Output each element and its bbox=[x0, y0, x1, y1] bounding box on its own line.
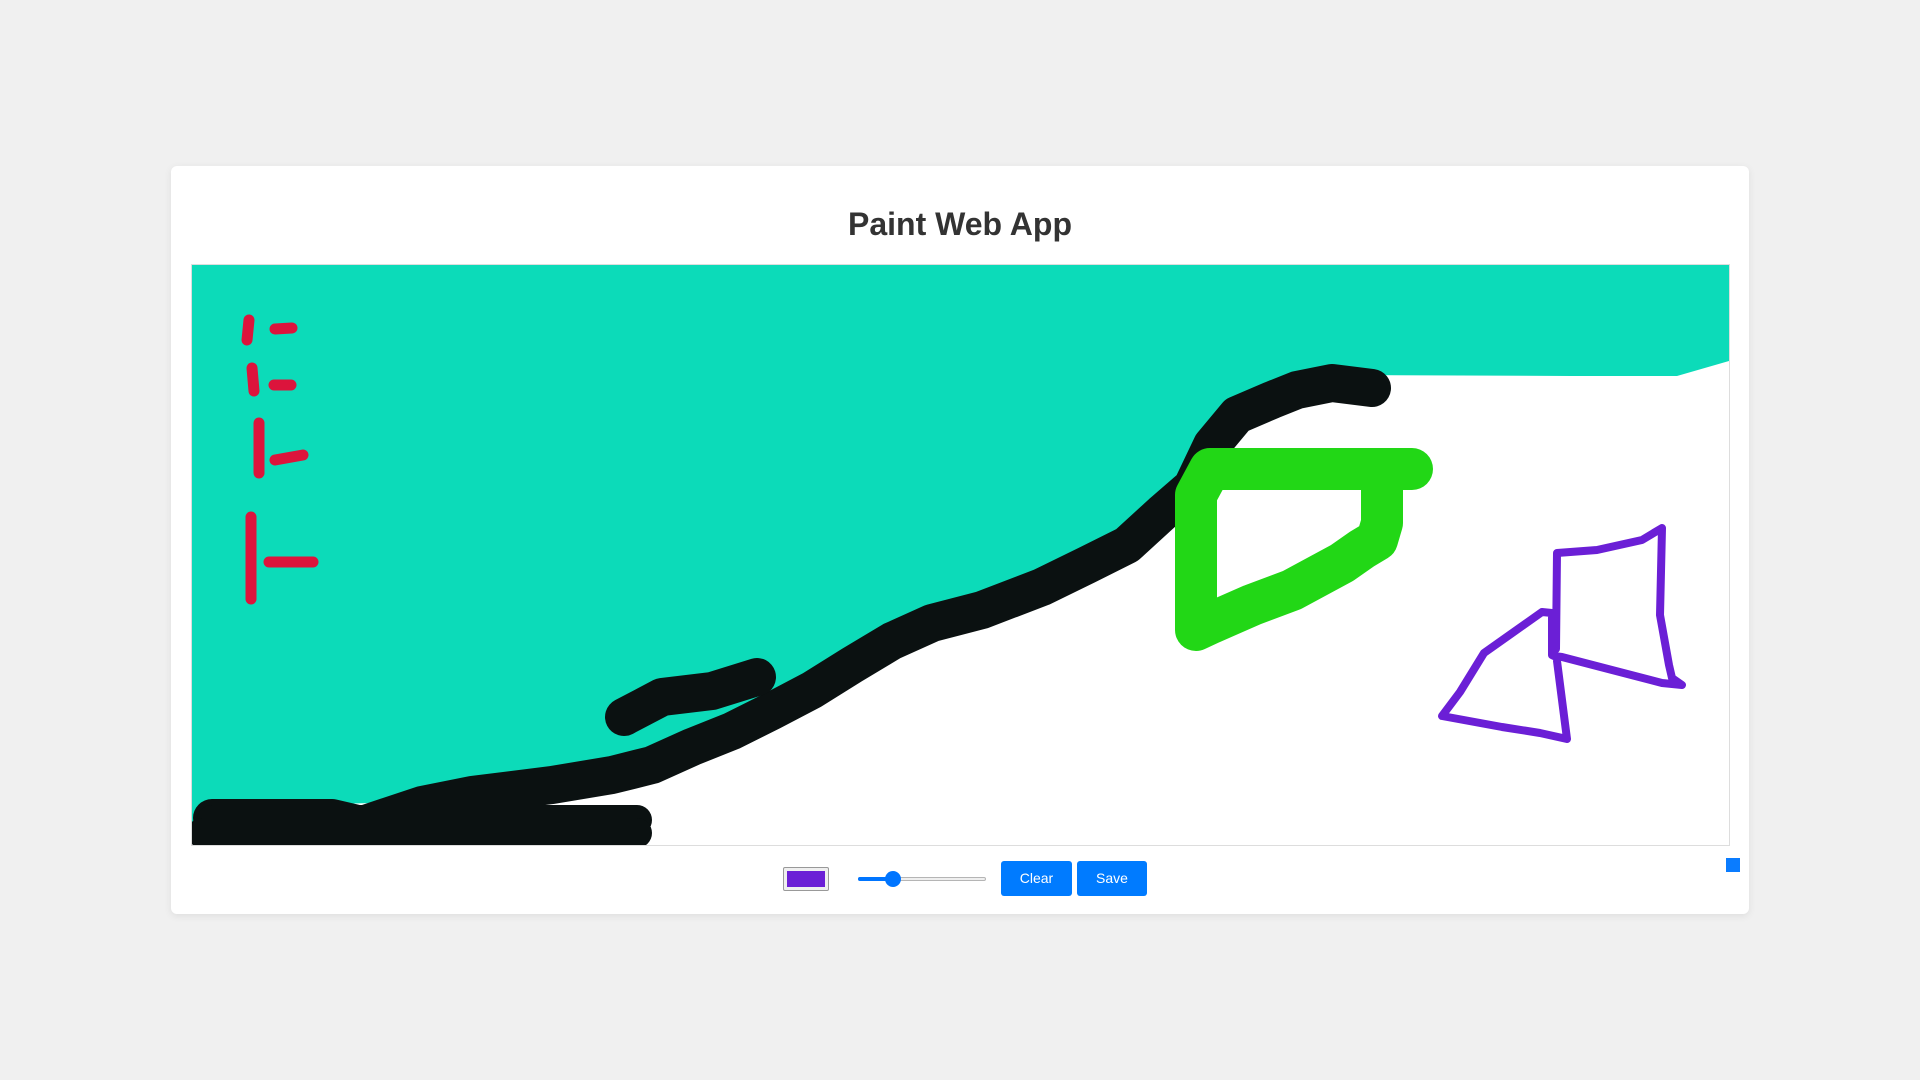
clear-button[interactable]: Clear bbox=[1001, 861, 1072, 896]
save-button[interactable]: Save bbox=[1077, 861, 1147, 896]
app-title: Paint Web App bbox=[848, 206, 1072, 242]
slider-thumb[interactable] bbox=[884, 871, 901, 887]
brush-size-slider[interactable] bbox=[858, 871, 986, 887]
color-swatch bbox=[787, 871, 825, 887]
canvas-drawing bbox=[192, 265, 1729, 845]
drawing-canvas[interactable] bbox=[191, 264, 1730, 846]
toolbar: Clear Save bbox=[171, 858, 1749, 898]
color-picker[interactable] bbox=[783, 867, 829, 891]
teal-fill-region bbox=[192, 265, 1729, 825]
resize-handle[interactable] bbox=[1726, 858, 1740, 872]
green-shape bbox=[1175, 448, 1433, 651]
paint-app-container: Paint Web App Clear Save bbox=[171, 166, 1749, 914]
purple-shape bbox=[1438, 524, 1686, 743]
